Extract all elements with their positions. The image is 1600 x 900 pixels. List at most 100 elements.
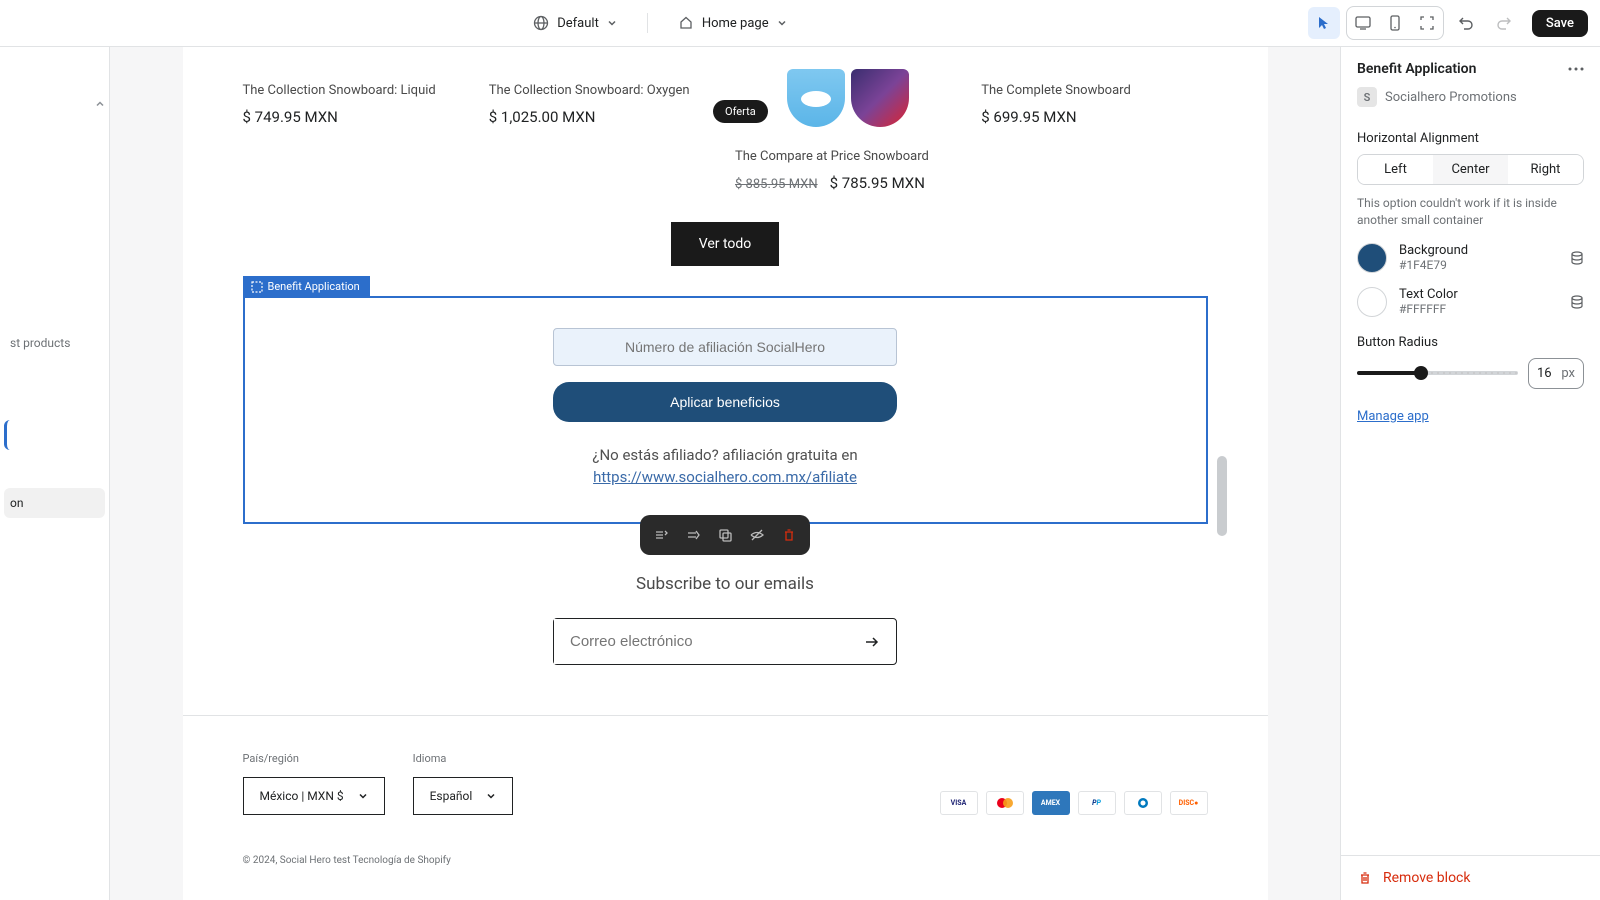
footer-selects: País/región México | MXN $ Idioma Españo… [243, 752, 514, 815]
amex-icon: AMEX [1032, 791, 1070, 815]
product-card[interactable]: The Collection Snowboard: Oxygen $ 1,025… [489, 67, 715, 192]
product-card[interactable]: The Complete Snowboard $ 699.95 MXN [981, 67, 1207, 192]
radius-slider[interactable] [1357, 371, 1518, 375]
arrow-right-icon [863, 633, 881, 651]
benefit-block-label[interactable]: Benefit Application [243, 276, 370, 297]
app-icon: S [1357, 87, 1377, 107]
background-swatch[interactable] [1357, 243, 1387, 273]
left-panel: st products on [0, 47, 110, 900]
fullscreen-view-button[interactable] [1411, 7, 1443, 39]
canvas-scrollbar-thumb[interactable] [1217, 456, 1227, 536]
globe-icon [533, 15, 549, 31]
product-title: The Compare at Price Snowboard [735, 149, 961, 164]
move-up-button[interactable] [646, 521, 676, 549]
trash-icon [781, 527, 797, 543]
text-swatch[interactable] [1357, 287, 1387, 317]
dots-icon [1568, 67, 1584, 71]
topbar: Default Home page Save [0, 0, 1600, 47]
country-value: México | MXN $ [260, 789, 344, 803]
remove-block-button[interactable]: Remove block [1341, 855, 1600, 900]
product-card[interactable]: The Collection Snowboard: Liquid $ 749.9… [243, 67, 469, 192]
cursor-icon [1315, 14, 1333, 32]
trash-icon [1357, 870, 1373, 886]
text-color-row[interactable]: Text Color #FFFFFF [1357, 287, 1584, 317]
settings-menu-button[interactable] [1568, 67, 1584, 71]
chevron-down-icon [777, 18, 787, 28]
chevron-down-icon [607, 18, 617, 28]
country-label: País/región [243, 752, 385, 765]
discover-icon: DISC● [1170, 791, 1208, 815]
chevron-down-icon [486, 791, 496, 801]
bg-color-label: Background [1399, 243, 1558, 258]
benefit-block[interactable]: Aplicar beneficios ¿No estás afiliado? a… [243, 296, 1208, 524]
align-right-button[interactable]: Right [1508, 155, 1583, 184]
alignment-label: Horizontal Alignment [1357, 131, 1584, 146]
apply-benefits-button[interactable]: Aplicar beneficios [553, 382, 897, 422]
email-submit-button[interactable] [848, 619, 896, 664]
sidebar-item-blue[interactable] [4, 420, 105, 450]
redo-icon [1496, 15, 1512, 31]
align-center-button[interactable]: Center [1433, 155, 1508, 184]
email-wrap [183, 618, 1268, 665]
page-dropdown[interactable]: Home page [668, 9, 797, 37]
view-all-wrap: Ver todo [183, 222, 1268, 266]
save-button[interactable]: Save [1532, 10, 1588, 37]
hide-button[interactable] [742, 521, 772, 549]
radius-input[interactable]: 16 px [1528, 358, 1584, 389]
affiliation-link[interactable]: https://www.socialhero.com.mx/afiliate [593, 468, 857, 486]
product-price: $ 885.95 MXN$ 785.95 MXN [735, 174, 961, 192]
sidebar-item-selected[interactable]: on [4, 488, 105, 518]
delete-button[interactable] [774, 521, 804, 549]
text-dynamic-button[interactable] [1570, 295, 1584, 309]
database-icon [1570, 295, 1584, 309]
product-title: The Complete Snowboard [981, 83, 1207, 98]
inspector-toggle[interactable] [1308, 7, 1340, 39]
email-input[interactable] [554, 619, 848, 664]
theme-dropdown[interactable]: Default [523, 9, 627, 37]
language-select[interactable]: Español [413, 777, 514, 815]
email-box [553, 618, 897, 665]
subscribe-section: Subscribe to our emails [183, 574, 1268, 665]
country-select[interactable]: México | MXN $ [243, 777, 385, 815]
product-card[interactable]: Oferta The Compare at Price Snowboard $ … [735, 67, 961, 192]
alignment-segmented: Left Center Right [1357, 154, 1584, 185]
sidebar-item-products[interactable]: st products [4, 328, 105, 358]
footer-top: País/región México | MXN $ Idioma Españo… [243, 752, 1208, 815]
block-icon [251, 281, 263, 293]
mobile-view-button[interactable] [1379, 7, 1411, 39]
move-down-button[interactable] [678, 521, 708, 549]
settings-header: Benefit Application [1341, 47, 1600, 87]
slider-thumb[interactable] [1414, 366, 1428, 380]
bg-dynamic-button[interactable] [1570, 251, 1584, 265]
preview-canvas[interactable]: The Collection Snowboard: Liquid $ 749.9… [183, 47, 1268, 900]
duplicate-button[interactable] [710, 521, 740, 549]
copyright: © 2024, Social Hero test Tecnología de S… [243, 855, 1208, 866]
affiliation-question: ¿No estás afiliado? afiliación gratuita … [592, 446, 857, 464]
manage-app-link[interactable]: Manage app [1357, 409, 1429, 424]
sale-badge: Oferta [713, 100, 768, 123]
eye-off-icon [749, 527, 765, 543]
arrow-right-stack-icon [685, 527, 701, 543]
product-price-sale: $ 785.95 MXN [830, 174, 925, 192]
left-panel-scroll-up[interactable] [93, 97, 107, 111]
color-info: Text Color #FFFFFF [1399, 287, 1558, 316]
bg-color-hex: #1F4E79 [1399, 258, 1558, 272]
view-all-button[interactable]: Ver todo [671, 222, 780, 266]
product-price: $ 699.95 MXN [981, 108, 1207, 126]
settings-panel: Benefit Application S Socialhero Promoti… [1340, 47, 1600, 900]
mobile-icon [1386, 14, 1404, 32]
arrows-icon [653, 527, 669, 543]
affiliation-input[interactable] [553, 328, 897, 366]
diners-icon [1124, 791, 1162, 815]
radius-label: Button Radius [1357, 335, 1584, 350]
background-color-row[interactable]: Background #1F4E79 [1357, 243, 1584, 273]
desktop-view-button[interactable] [1347, 7, 1379, 39]
product-image-purple [851, 69, 909, 127]
alignment-section: Horizontal Alignment Left Center Right T… [1341, 121, 1600, 434]
align-left-button[interactable]: Left [1358, 155, 1433, 184]
home-icon [678, 15, 694, 31]
canvas-scrollbar[interactable] [1217, 47, 1227, 900]
undo-button[interactable] [1450, 7, 1482, 39]
redo-button[interactable] [1488, 7, 1520, 39]
database-icon [1570, 251, 1584, 265]
